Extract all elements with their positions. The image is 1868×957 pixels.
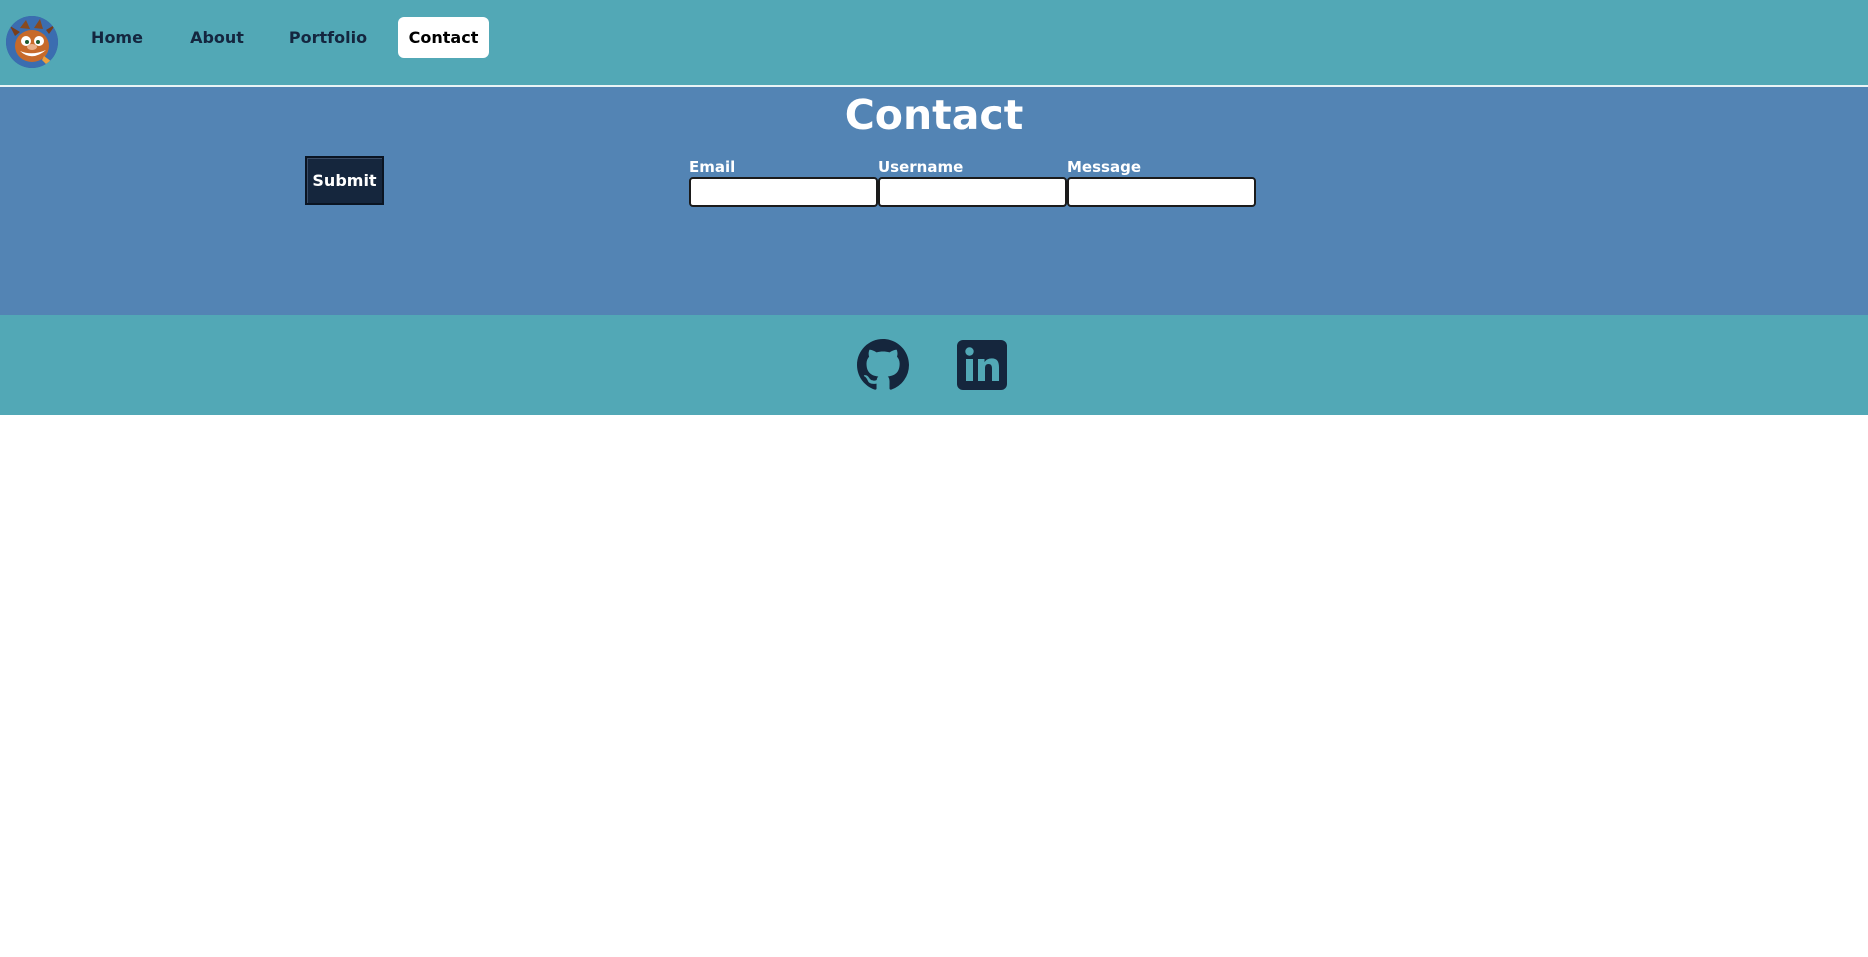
linkedin-icon <box>957 340 1007 390</box>
github-icon <box>857 339 909 390</box>
contact-section: Contact Submit Email Username Message <box>0 87 1868 315</box>
navbar: Home About Portfolio Contact <box>0 0 1868 87</box>
email-field[interactable] <box>689 177 878 207</box>
avatar-cartoon-character-icon <box>6 16 58 68</box>
nav-portfolio[interactable]: Portfolio <box>282 17 374 58</box>
linkedin-link[interactable] <box>956 339 1008 391</box>
email-field-group: Email <box>689 159 878 207</box>
nav-home[interactable]: Home <box>80 17 154 58</box>
email-label: Email <box>689 158 736 176</box>
nav-about[interactable]: About <box>180 17 254 58</box>
message-field[interactable] <box>1067 177 1256 207</box>
message-label: Message <box>1067 158 1141 176</box>
nav-contact[interactable]: Contact <box>398 17 489 58</box>
username-field[interactable] <box>878 177 1067 207</box>
username-label: Username <box>878 158 964 176</box>
message-field-group: Message <box>1067 159 1256 207</box>
page-title: Contact <box>844 91 1024 139</box>
submit-button[interactable]: Submit <box>305 156 384 205</box>
username-field-group: Username <box>878 159 1067 207</box>
avatar[interactable] <box>6 16 58 68</box>
github-link[interactable] <box>857 339 909 391</box>
footer <box>0 315 1868 415</box>
